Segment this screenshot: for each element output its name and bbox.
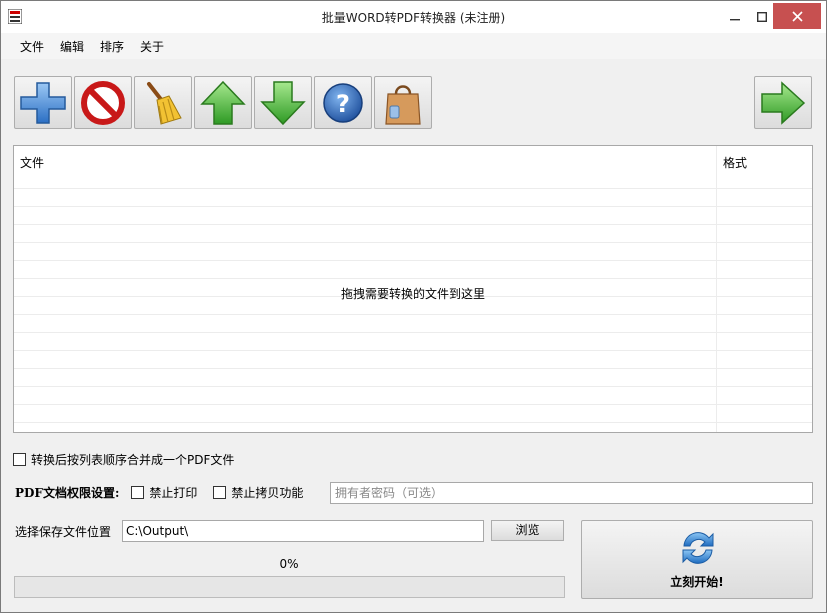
menu-bar: 文件 编辑 排序 关于: [1, 33, 826, 59]
column-header-format[interactable]: 格式: [716, 146, 812, 188]
prohibit-icon: [81, 80, 125, 125]
start-label: 立刻开始!: [670, 575, 724, 589]
plus-icon: [20, 81, 66, 124]
no-print-label: 禁止打印: [149, 486, 198, 500]
arrow-down-icon: [260, 80, 306, 125]
no-copy-option[interactable]: 禁止拷贝功能: [213, 484, 303, 501]
grid-line: [14, 404, 812, 405]
no-copy-checkbox[interactable]: [213, 486, 227, 499]
grid-line: [14, 206, 812, 207]
column-header-file[interactable]: 文件: [14, 146, 716, 188]
clear-list-button[interactable]: [134, 76, 192, 129]
grid-line: [14, 350, 812, 351]
grid-line: [14, 368, 812, 369]
menu-file[interactable]: 文件: [12, 38, 52, 55]
help-button[interactable]: ?: [314, 76, 372, 129]
browse-button[interactable]: 浏览: [491, 520, 564, 541]
add-file-button[interactable]: [14, 76, 72, 129]
progress-bar: [14, 576, 565, 598]
close-button[interactable]: [773, 3, 821, 29]
no-print-option[interactable]: 禁止打印: [131, 484, 197, 501]
drop-hint: 拖拽需要转换的文件到这里: [340, 287, 485, 301]
title-bar: 批量WORD转PDF转换器 (未注册): [1, 1, 826, 33]
grid-line: [14, 422, 812, 423]
no-copy-label: 禁止拷贝功能: [231, 486, 304, 500]
menu-about[interactable]: 关于: [132, 38, 172, 55]
window-title: 批量WORD转PDF转换器 (未注册): [321, 11, 506, 25]
grid-line: [14, 260, 812, 261]
start-button[interactable]: 立刻开始!: [581, 520, 813, 599]
grid-line: [14, 224, 812, 225]
grid-line: [14, 278, 812, 279]
arrow-right-icon: [761, 80, 806, 125]
svg-text:?: ?: [336, 90, 350, 118]
menu-sort[interactable]: 排序: [92, 38, 132, 55]
app-window: 批量WORD转PDF转换器 (未注册) 文件 编辑 排序 关于 ? 文件 格式 …: [0, 0, 827, 613]
progress-percent: 0%: [279, 557, 299, 571]
permission-label: PDF文档权限设置:: [15, 486, 120, 500]
save-location-label: 选择保存文件位置: [15, 525, 112, 539]
remove-file-button[interactable]: [74, 76, 132, 129]
menu-edit[interactable]: 编辑: [52, 38, 92, 55]
owner-password-input[interactable]: [330, 482, 813, 504]
no-print-checkbox[interactable]: [131, 486, 145, 499]
grid-line: [14, 188, 812, 189]
file-list[interactable]: 文件 格式 拖拽需要转换的文件到这里: [13, 145, 813, 433]
broom-icon: [147, 81, 182, 125]
arrow-up-icon: [200, 80, 246, 125]
move-up-button[interactable]: [194, 76, 252, 129]
permission-row: PDF文档权限设置: 禁止打印 禁止拷贝功能: [15, 484, 319, 501]
next-button[interactable]: [754, 76, 812, 129]
merge-label: 转换后按列表顺序合并成一个PDF文件: [31, 453, 235, 467]
refresh-icon: [682, 532, 714, 564]
grid-line: [14, 332, 812, 333]
merge-checkbox[interactable]: [13, 453, 26, 466]
output-path-input[interactable]: [122, 520, 484, 542]
merge-option[interactable]: 转换后按列表顺序合并成一个PDF文件: [13, 451, 234, 468]
minimize-icon: [730, 19, 740, 21]
grid-line: [14, 314, 812, 315]
close-icon: [791, 10, 803, 22]
grid-line: [14, 242, 812, 243]
buy-button[interactable]: [374, 76, 432, 129]
maximize-icon: [757, 12, 767, 22]
grid-line: [14, 386, 812, 387]
shopping-bag-icon: [385, 84, 421, 125]
move-down-button[interactable]: [254, 76, 312, 129]
help-icon: ?: [323, 82, 363, 123]
